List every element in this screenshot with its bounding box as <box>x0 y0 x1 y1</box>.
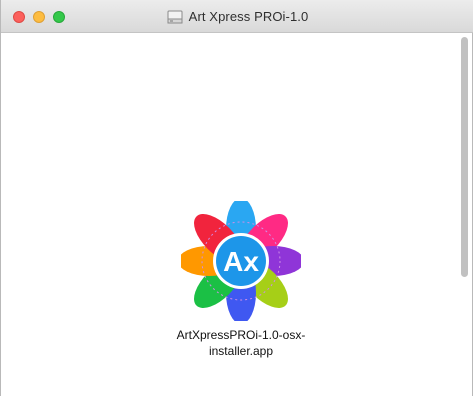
scrollbar-thumb[interactable] <box>461 37 468 277</box>
art-xpress-flower-icon[interactable]: Ax <box>181 201 301 321</box>
window-title-group: Art Xpress PROi-1.0 <box>1 0 473 33</box>
finder-content-area[interactable]: Ax ArtXpressPROi-1.0-osx- installer.app <box>1 33 472 396</box>
finder-window: Art Xpress PROi-1.0 Ax ArtXpressPROi-1.0… <box>0 0 473 396</box>
app-icon-text: Ax <box>223 246 259 277</box>
vertical-scrollbar[interactable] <box>459 37 470 396</box>
disk-image-icon <box>167 10 183 23</box>
window-title: Art Xpress PROi-1.0 <box>188 9 309 24</box>
installer-app-item[interactable]: Ax ArtXpressPROi-1.0-osx- installer.app <box>151 201 331 359</box>
app-file-name[interactable]: ArtXpressPROi-1.0-osx- installer.app <box>156 327 326 359</box>
title-bar[interactable]: Art Xpress PROi-1.0 <box>1 0 473 33</box>
